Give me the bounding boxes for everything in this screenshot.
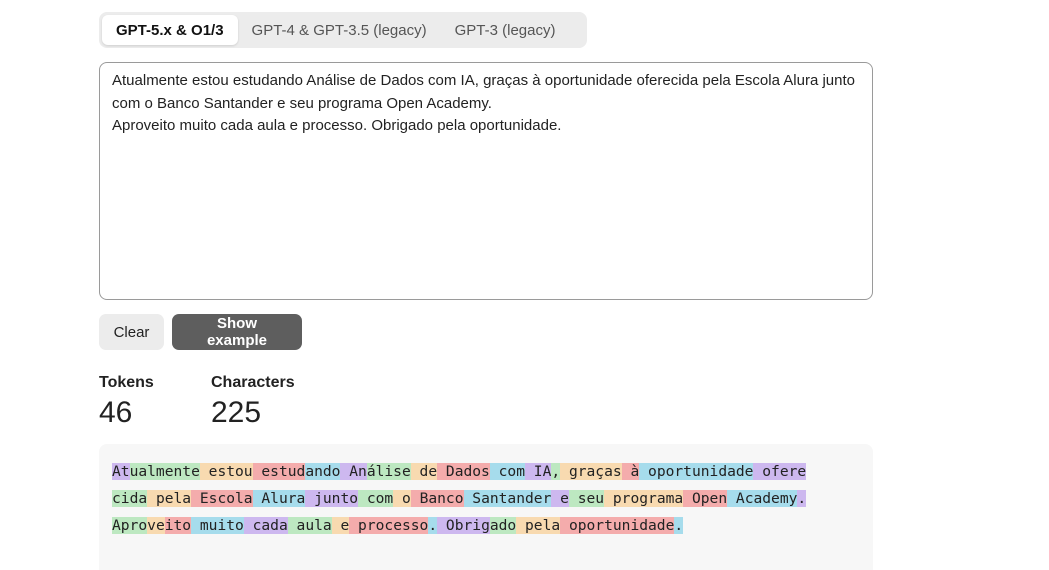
- token-chip: com: [358, 490, 394, 507]
- token-chip: Banco: [410, 490, 464, 507]
- token-chip: processo: [349, 517, 429, 534]
- token-chip: ualmente: [129, 463, 200, 480]
- characters-stat: Characters 225: [211, 374, 295, 430]
- token-chip: pela: [516, 517, 561, 534]
- token-chip: .: [797, 490, 807, 507]
- tokens-label: Tokens: [99, 374, 154, 391]
- text-input[interactable]: [99, 62, 873, 300]
- token-chip: muito: [191, 517, 244, 534]
- token-chip: pela: [147, 490, 192, 507]
- token-chip: seu: [568, 490, 605, 507]
- tab-gpt5[interactable]: GPT-5.x & O1/3: [102, 15, 238, 45]
- token-chip: estou: [199, 463, 253, 480]
- token-chip: e: [551, 490, 569, 507]
- token-chip: ito: [164, 517, 192, 534]
- token-chip: o: [393, 490, 411, 507]
- token-chip: de: [410, 463, 438, 480]
- token-chip: e: [331, 517, 350, 534]
- token-chip: Apro: [112, 517, 148, 534]
- token-chip: graças: [560, 463, 622, 480]
- token-chip: oportunidade: [639, 463, 754, 480]
- show-example-button[interactable]: Show example: [172, 314, 302, 350]
- tab-gpt4-legacy[interactable]: GPT-4 & GPT-3.5 (legacy): [238, 15, 441, 45]
- token-chip: An: [340, 463, 367, 480]
- token-chip: estud: [252, 463, 306, 480]
- characters-count: 225: [211, 396, 262, 429]
- token-chip: At: [112, 463, 130, 480]
- token-chip: .: [428, 517, 438, 534]
- token-chip: Escola: [191, 490, 253, 507]
- tokens-count: 46: [99, 396, 133, 429]
- token-chip: ve: [147, 517, 165, 534]
- token-chip: ando: [305, 463, 341, 480]
- model-tabs: GPT-5.x & O1/3 GPT-4 & GPT-3.5 (legacy) …: [99, 12, 587, 48]
- token-chip: Academy: [727, 490, 798, 507]
- token-chip: aula: [287, 517, 332, 534]
- token-chip: oportunidade: [560, 517, 675, 534]
- tab-gpt3-legacy[interactable]: GPT-3 (legacy): [441, 15, 570, 45]
- token-chip: com: [489, 463, 525, 480]
- token-chip: à: [621, 463, 640, 480]
- token-chip: ,: [551, 463, 561, 480]
- token-chip: junto: [305, 490, 359, 507]
- token-chip: programa: [604, 490, 684, 507]
- token-chip: cada: [243, 517, 288, 534]
- tokens-stat: Tokens 46: [99, 374, 154, 430]
- token-chip: IA: [525, 463, 552, 480]
- token-chip: álise: [366, 463, 411, 480]
- token-chip: .: [674, 517, 684, 534]
- characters-label: Characters: [211, 374, 295, 391]
- token-chip: cida: [112, 490, 148, 507]
- token-chip: Open: [683, 490, 728, 507]
- token-chip: Obrig: [437, 517, 490, 534]
- token-chip: Santander: [463, 490, 552, 507]
- token-chip: Dados: [437, 463, 490, 480]
- token-visualization: Atualmente estou estudando Análise de Da…: [99, 444, 873, 570]
- token-chip: ado: [489, 517, 517, 534]
- token-chip: Alura: [252, 490, 306, 507]
- clear-button[interactable]: Clear: [99, 314, 164, 350]
- token-chip: ofere: [753, 463, 807, 480]
